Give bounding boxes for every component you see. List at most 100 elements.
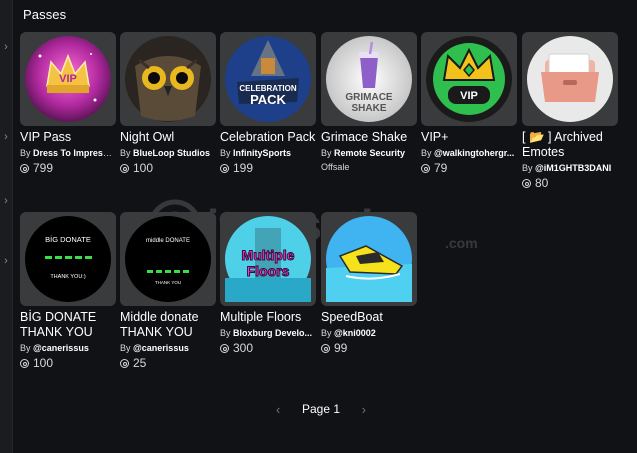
- price-value: 99: [334, 341, 348, 355]
- pass-thumbnail[interactable]: middle DONATE THANK YOU: [120, 212, 216, 306]
- pass-thumbnail[interactable]: Multiple Floors: [220, 212, 316, 306]
- big-donate-label: BİG DONATE: [45, 235, 91, 244]
- robux-icon: [421, 164, 430, 173]
- pass-price: 99: [321, 342, 417, 355]
- offsale-label: Offsale: [321, 162, 350, 172]
- creator-name[interactable]: InfinitySports: [233, 148, 291, 158]
- vip-label: VIP: [59, 73, 77, 85]
- pass-card[interactable]: VIP VIP+ By @walkingtohergr... 79: [421, 32, 517, 175]
- pass-creator[interactable]: By @walkingtohergr...: [421, 148, 517, 159]
- pass-creator[interactable]: By BlueLoop Studios: [120, 148, 216, 159]
- pass-card[interactable]: middle DONATE THANK YOU Middle donate TH…: [120, 212, 216, 370]
- pass-card[interactable]: Multiple Floors Multiple Floors By Bloxb…: [220, 212, 316, 355]
- chevron-right-icon[interactable]: ›: [1, 256, 11, 267]
- pass-creator[interactable]: By InfinitySports: [220, 148, 316, 159]
- robux-icon: [220, 164, 229, 173]
- pass-creator[interactable]: By Remote Security: [321, 148, 417, 159]
- creator-name[interactable]: @canerissus: [133, 343, 189, 353]
- left-rail: › › › ›: [0, 0, 13, 453]
- pass-creator[interactable]: By @canerissus: [120, 343, 216, 354]
- price-value: 80: [535, 176, 549, 190]
- pass-card[interactable]: Night Owl By BlueLoop Studios 100: [120, 32, 216, 175]
- pass-card[interactable]: GRIMACE SHAKE Grimace Shake By Remote Se…: [321, 32, 417, 172]
- pass-creator[interactable]: By @iM1GHTB3DANI: [522, 163, 618, 174]
- pass-card[interactable]: SpeedBoat By @kni0002 99: [321, 212, 417, 355]
- pass-name[interactable]: SpeedBoat: [321, 310, 417, 325]
- pass-name[interactable]: Middle donate THANK YOU: [120, 310, 216, 340]
- pass-card[interactable]: BİG DONATE THANK YOU:) BİG DONATE THANK …: [20, 212, 116, 370]
- pass-thumbnail[interactable]: VIP: [421, 32, 517, 126]
- creator-name[interactable]: Remote Security: [334, 148, 405, 158]
- pass-name[interactable]: Night Owl: [120, 130, 216, 145]
- pass-price: 799: [20, 162, 116, 175]
- big-donate-thanks: THANK YOU:): [50, 274, 86, 280]
- pass-name[interactable]: VIP Pass: [20, 130, 116, 145]
- pass-price: 199: [220, 162, 316, 175]
- pass-thumbnail[interactable]: CELEBRATION PACK: [220, 32, 316, 126]
- price-value: 100: [33, 356, 54, 370]
- pass-thumbnail[interactable]: [522, 32, 618, 126]
- grimace-shake-image: GRIMACE SHAKE: [326, 36, 412, 122]
- prev-page-icon[interactable]: ‹: [276, 402, 280, 417]
- shake-label: SHAKE: [351, 103, 386, 114]
- page-indicator: Page 1: [301, 402, 341, 416]
- pass-name[interactable]: Celebration Pack: [220, 130, 316, 145]
- chevron-right-icon[interactable]: ›: [1, 132, 11, 143]
- price-value: 300: [233, 341, 254, 355]
- pass-price: 79: [421, 162, 517, 175]
- pass-price: 80: [522, 177, 618, 190]
- owl-image: [125, 36, 211, 122]
- creator-name[interactable]: @kni0002: [334, 328, 376, 338]
- section-title: Passes: [23, 7, 67, 22]
- price-value: 199: [233, 161, 254, 175]
- chevron-right-icon[interactable]: ›: [1, 196, 11, 207]
- watermark-suffix: .com: [445, 235, 478, 251]
- pass-name[interactable]: Multiple Floors: [220, 310, 316, 325]
- robux-icon: [20, 359, 29, 368]
- pack-label: PACK: [250, 92, 286, 107]
- middle-donate-image: middle DONATE THANK YOU: [125, 216, 211, 302]
- price-value: 799: [33, 161, 54, 175]
- middle-donate-thanks: THANK YOU: [155, 280, 181, 285]
- pass-thumbnail[interactable]: [321, 212, 417, 306]
- pass-thumbnail[interactable]: [120, 32, 216, 126]
- speedboat-image: [326, 216, 412, 302]
- pass-creator[interactable]: By Bloxburg Develo...: [220, 328, 316, 339]
- pass-thumbnail[interactable]: VIP: [20, 32, 116, 126]
- creator-name[interactable]: @canerissus: [33, 343, 89, 353]
- pass-card[interactable]: [ 📂 ] Archived Emotes By @iM1GHTB3DANI 8…: [522, 32, 618, 190]
- pass-name[interactable]: Grimace Shake: [321, 130, 417, 145]
- pass-thumbnail[interactable]: GRIMACE SHAKE: [321, 32, 417, 126]
- creator-name[interactable]: @iM1GHTB3DANI: [535, 163, 611, 173]
- vip-plus-label: VIP: [460, 90, 478, 102]
- pass-name[interactable]: VIP+: [421, 130, 517, 145]
- pass-card[interactable]: CELEBRATION PACK Celebration Pack By Inf…: [220, 32, 316, 175]
- creator-name[interactable]: Dress To Impress ...: [33, 148, 116, 158]
- creator-name[interactable]: BlueLoop Studios: [133, 148, 210, 158]
- creator-name[interactable]: Bloxburg Develo...: [233, 328, 312, 338]
- middle-donate-label: middle DONATE: [146, 238, 190, 244]
- robux-icon: [120, 164, 129, 173]
- vip-crown-image: VIP: [25, 36, 111, 122]
- price-value: 25: [133, 356, 147, 370]
- pass-thumbnail[interactable]: BİG DONATE THANK YOU:): [20, 212, 116, 306]
- robux-icon: [20, 164, 29, 173]
- vip-plus-image: VIP: [426, 36, 512, 122]
- floors-label: Floors: [247, 263, 290, 279]
- pass-creator[interactable]: By @kni0002: [321, 328, 417, 339]
- price-value: 79: [434, 161, 448, 175]
- celebration-pack-image: CELEBRATION PACK: [225, 36, 311, 122]
- chevron-right-icon[interactable]: ›: [1, 42, 11, 53]
- pass-creator[interactable]: By @canerissus: [20, 343, 116, 354]
- next-page-icon[interactable]: ›: [362, 402, 366, 417]
- creator-name[interactable]: @walkingtohergr...: [434, 148, 514, 158]
- price-value: 100: [133, 161, 154, 175]
- multiple-floors-image: Multiple Floors: [225, 216, 311, 302]
- pass-name[interactable]: [ 📂 ] Archived Emotes: [522, 130, 618, 160]
- pass-price: 25: [120, 357, 216, 370]
- robux-icon: [321, 344, 330, 353]
- pass-creator[interactable]: By Dress To Impress ...: [20, 148, 116, 159]
- pass-card[interactable]: VIP VIP Pass By Dress To Impress ... 799: [20, 32, 116, 175]
- pass-name[interactable]: BİG DONATE THANK YOU: [20, 310, 116, 340]
- robux-icon: [220, 344, 229, 353]
